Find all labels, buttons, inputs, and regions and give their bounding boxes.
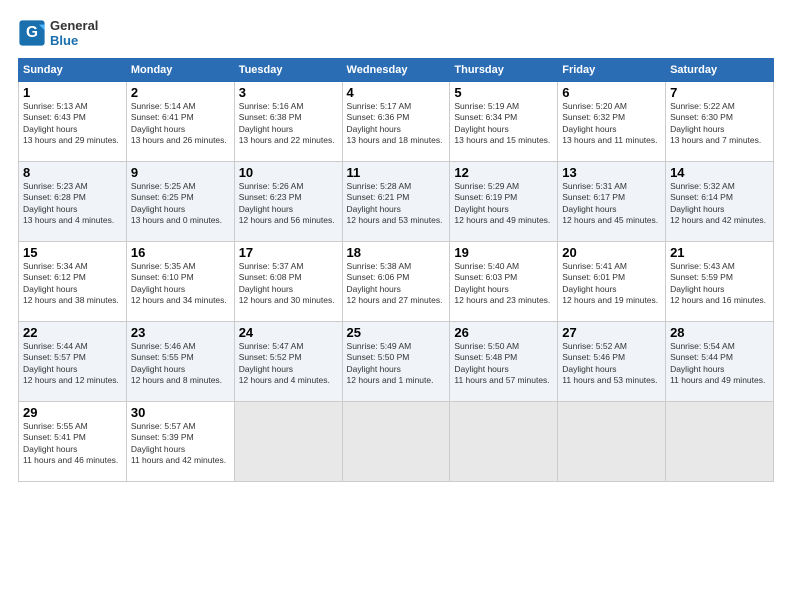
day-cell: 10 Sunrise: 5:26 AM Sunset: 6:23 PM Dayl…	[234, 162, 342, 242]
day-cell: 9 Sunrise: 5:25 AM Sunset: 6:25 PM Dayli…	[126, 162, 234, 242]
day-cell	[666, 402, 774, 482]
calendar-table: Sunday Monday Tuesday Wednesday Thursday…	[18, 58, 774, 482]
day-cell: 4 Sunrise: 5:17 AM Sunset: 6:36 PM Dayli…	[342, 82, 450, 162]
day-cell: 3 Sunrise: 5:16 AM Sunset: 6:38 PM Dayli…	[234, 82, 342, 162]
logo-text: General Blue	[50, 18, 98, 48]
col-friday: Friday	[558, 59, 666, 82]
day-cell: 22 Sunrise: 5:44 AM Sunset: 5:57 PM Dayl…	[19, 322, 127, 402]
day-cell: 21 Sunrise: 5:43 AM Sunset: 5:59 PM Dayl…	[666, 242, 774, 322]
day-cell: 2 Sunrise: 5:14 AM Sunset: 6:41 PM Dayli…	[126, 82, 234, 162]
day-cell: 23 Sunrise: 5:46 AM Sunset: 5:55 PM Dayl…	[126, 322, 234, 402]
day-cell: 24 Sunrise: 5:47 AM Sunset: 5:52 PM Dayl…	[234, 322, 342, 402]
table-row: 8 Sunrise: 5:23 AM Sunset: 6:28 PM Dayli…	[19, 162, 774, 242]
logo-icon: G	[18, 19, 46, 47]
day-cell: 12 Sunrise: 5:29 AM Sunset: 6:19 PM Dayl…	[450, 162, 558, 242]
day-cell: 19 Sunrise: 5:40 AM Sunset: 6:03 PM Dayl…	[450, 242, 558, 322]
day-cell: 28 Sunrise: 5:54 AM Sunset: 5:44 PM Dayl…	[666, 322, 774, 402]
table-row: 22 Sunrise: 5:44 AM Sunset: 5:57 PM Dayl…	[19, 322, 774, 402]
logo: G General Blue	[18, 18, 98, 48]
day-cell: 7 Sunrise: 5:22 AM Sunset: 6:30 PM Dayli…	[666, 82, 774, 162]
col-thursday: Thursday	[450, 59, 558, 82]
day-cell: 18 Sunrise: 5:38 AM Sunset: 6:06 PM Dayl…	[342, 242, 450, 322]
col-tuesday: Tuesday	[234, 59, 342, 82]
col-wednesday: Wednesday	[342, 59, 450, 82]
calendar-page: G General Blue Sunday Monday Tuesday Wed…	[0, 0, 792, 612]
table-row: 29 Sunrise: 5:55 AM Sunset: 5:41 PM Dayl…	[19, 402, 774, 482]
day-cell: 26 Sunrise: 5:50 AM Sunset: 5:48 PM Dayl…	[450, 322, 558, 402]
day-cell: 14 Sunrise: 5:32 AM Sunset: 6:14 PM Dayl…	[666, 162, 774, 242]
day-cell: 5 Sunrise: 5:19 AM Sunset: 6:34 PM Dayli…	[450, 82, 558, 162]
day-cell	[450, 402, 558, 482]
table-row: 15 Sunrise: 5:34 AM Sunset: 6:12 PM Dayl…	[19, 242, 774, 322]
header: G General Blue	[18, 18, 774, 48]
day-cell: 6 Sunrise: 5:20 AM Sunset: 6:32 PM Dayli…	[558, 82, 666, 162]
col-monday: Monday	[126, 59, 234, 82]
day-cell	[342, 402, 450, 482]
day-cell: 30 Sunrise: 5:57 AM Sunset: 5:39 PM Dayl…	[126, 402, 234, 482]
day-cell: 16 Sunrise: 5:35 AM Sunset: 6:10 PM Dayl…	[126, 242, 234, 322]
day-cell: 13 Sunrise: 5:31 AM Sunset: 6:17 PM Dayl…	[558, 162, 666, 242]
day-cell: 8 Sunrise: 5:23 AM Sunset: 6:28 PM Dayli…	[19, 162, 127, 242]
day-cell: 15 Sunrise: 5:34 AM Sunset: 6:12 PM Dayl…	[19, 242, 127, 322]
day-cell	[234, 402, 342, 482]
col-sunday: Sunday	[19, 59, 127, 82]
day-cell: 1 Sunrise: 5:13 AM Sunset: 6:43 PM Dayli…	[19, 82, 127, 162]
table-row: 1 Sunrise: 5:13 AM Sunset: 6:43 PM Dayli…	[19, 82, 774, 162]
header-row: Sunday Monday Tuesday Wednesday Thursday…	[19, 59, 774, 82]
day-cell	[558, 402, 666, 482]
col-saturday: Saturday	[666, 59, 774, 82]
day-cell: 20 Sunrise: 5:41 AM Sunset: 6:01 PM Dayl…	[558, 242, 666, 322]
svg-text:G: G	[26, 24, 38, 41]
day-cell: 25 Sunrise: 5:49 AM Sunset: 5:50 PM Dayl…	[342, 322, 450, 402]
day-cell: 29 Sunrise: 5:55 AM Sunset: 5:41 PM Dayl…	[19, 402, 127, 482]
day-cell: 17 Sunrise: 5:37 AM Sunset: 6:08 PM Dayl…	[234, 242, 342, 322]
day-cell: 27 Sunrise: 5:52 AM Sunset: 5:46 PM Dayl…	[558, 322, 666, 402]
day-cell: 11 Sunrise: 5:28 AM Sunset: 6:21 PM Dayl…	[342, 162, 450, 242]
